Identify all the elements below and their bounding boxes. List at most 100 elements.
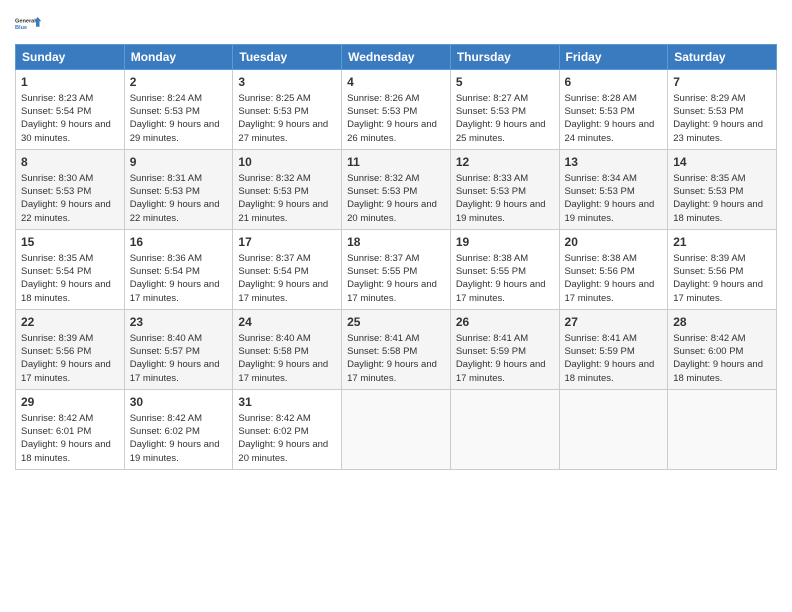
sunset: Sunset: 5:53 PM: [238, 186, 308, 197]
day-cell: [668, 389, 777, 469]
day-number: 2: [130, 74, 228, 91]
header-row: SundayMondayTuesdayWednesdayThursdayFrid…: [16, 45, 777, 70]
day-cell: 17Sunrise: 8:37 AMSunset: 5:54 PMDayligh…: [233, 229, 342, 309]
sunset: Sunset: 5:53 PM: [347, 106, 417, 117]
sunset: Sunset: 5:53 PM: [456, 186, 526, 197]
sunrise: Sunrise: 8:33 AM: [456, 173, 528, 184]
page-container: GeneralBlue SundayMondayTuesdayWednesday…: [0, 0, 792, 480]
day-cell: 12Sunrise: 8:33 AMSunset: 5:53 PMDayligh…: [450, 149, 559, 229]
day-cell: 25Sunrise: 8:41 AMSunset: 5:58 PMDayligh…: [342, 309, 451, 389]
sunset: Sunset: 6:01 PM: [21, 426, 91, 437]
day-number: 7: [673, 74, 771, 91]
sunrise: Sunrise: 8:27 AM: [456, 93, 528, 104]
day-number: 6: [565, 74, 663, 91]
day-number: 27: [565, 314, 663, 331]
daylight: Daylight: 9 hours and 17 minutes.: [238, 359, 328, 383]
sunrise: Sunrise: 8:32 AM: [347, 173, 419, 184]
day-number: 15: [21, 234, 119, 251]
day-cell: 21Sunrise: 8:39 AMSunset: 5:56 PMDayligh…: [668, 229, 777, 309]
sunset: Sunset: 6:02 PM: [130, 426, 200, 437]
day-cell: 4Sunrise: 8:26 AMSunset: 5:53 PMDaylight…: [342, 70, 451, 150]
day-header-friday: Friday: [559, 45, 668, 70]
daylight: Daylight: 9 hours and 25 minutes.: [456, 119, 546, 143]
day-cell: 11Sunrise: 8:32 AMSunset: 5:53 PMDayligh…: [342, 149, 451, 229]
day-number: 29: [21, 394, 119, 411]
sunrise: Sunrise: 8:35 AM: [21, 253, 93, 264]
daylight: Daylight: 9 hours and 17 minutes.: [347, 359, 437, 383]
sunrise: Sunrise: 8:42 AM: [673, 333, 745, 344]
daylight: Daylight: 9 hours and 21 minutes.: [238, 199, 328, 223]
sunrise: Sunrise: 8:38 AM: [456, 253, 528, 264]
day-header-tuesday: Tuesday: [233, 45, 342, 70]
sunrise: Sunrise: 8:25 AM: [238, 93, 310, 104]
sunrise: Sunrise: 8:40 AM: [130, 333, 202, 344]
week-row-4: 22Sunrise: 8:39 AMSunset: 5:56 PMDayligh…: [16, 309, 777, 389]
header: GeneralBlue: [15, 10, 777, 38]
day-cell: 28Sunrise: 8:42 AMSunset: 6:00 PMDayligh…: [668, 309, 777, 389]
sunset: Sunset: 5:56 PM: [565, 266, 635, 277]
sunset: Sunset: 5:53 PM: [347, 186, 417, 197]
day-cell: 31Sunrise: 8:42 AMSunset: 6:02 PMDayligh…: [233, 389, 342, 469]
daylight: Daylight: 9 hours and 29 minutes.: [130, 119, 220, 143]
day-number: 4: [347, 74, 445, 91]
day-cell: 20Sunrise: 8:38 AMSunset: 5:56 PMDayligh…: [559, 229, 668, 309]
logo-icon: GeneralBlue: [15, 10, 43, 38]
day-cell: 13Sunrise: 8:34 AMSunset: 5:53 PMDayligh…: [559, 149, 668, 229]
day-cell: [450, 389, 559, 469]
day-number: 30: [130, 394, 228, 411]
sunrise: Sunrise: 8:35 AM: [673, 173, 745, 184]
sunrise: Sunrise: 8:34 AM: [565, 173, 637, 184]
day-cell: 16Sunrise: 8:36 AMSunset: 5:54 PMDayligh…: [124, 229, 233, 309]
sunrise: Sunrise: 8:37 AM: [347, 253, 419, 264]
daylight: Daylight: 9 hours and 17 minutes.: [21, 359, 111, 383]
day-number: 19: [456, 234, 554, 251]
week-row-5: 29 Sunrise: 8:42 AM Sunset: 6:01 PM Dayligh…: [16, 389, 777, 469]
day-number: 9: [130, 154, 228, 171]
sunset: Sunset: 5:58 PM: [238, 346, 308, 357]
day-cell: 2Sunrise: 8:24 AMSunset: 5:53 PMDaylight…: [124, 70, 233, 150]
day-number: 10: [238, 154, 336, 171]
daylight: Daylight: 9 hours and 19 minutes.: [130, 439, 220, 463]
sunset: Sunset: 5:59 PM: [456, 346, 526, 357]
daylight: Daylight: 9 hours and 17 minutes.: [130, 359, 220, 383]
sunrise: Sunrise: 8:41 AM: [565, 333, 637, 344]
sunrise: Sunrise: 8:31 AM: [130, 173, 202, 184]
sunset: Sunset: 5:54 PM: [21, 106, 91, 117]
day-cell: 27Sunrise: 8:41 AMSunset: 5:59 PMDayligh…: [559, 309, 668, 389]
sunrise: Sunrise: 8:39 AM: [673, 253, 745, 264]
daylight: Daylight: 9 hours and 18 minutes.: [673, 359, 763, 383]
day-number: 21: [673, 234, 771, 251]
daylight: Daylight: 9 hours and 22 minutes.: [21, 199, 111, 223]
day-cell: 26Sunrise: 8:41 AMSunset: 5:59 PMDayligh…: [450, 309, 559, 389]
day-cell: [559, 389, 668, 469]
day-header-saturday: Saturday: [668, 45, 777, 70]
svg-text:Blue: Blue: [15, 25, 27, 31]
day-number: 23: [130, 314, 228, 331]
daylight: Daylight: 9 hours and 17 minutes.: [456, 279, 546, 303]
day-number: 12: [456, 154, 554, 171]
sunrise: Sunrise: 8:42 AM: [130, 413, 202, 424]
day-number: 18: [347, 234, 445, 251]
day-cell: 24Sunrise: 8:40 AMSunset: 5:58 PMDayligh…: [233, 309, 342, 389]
day-cell: 22Sunrise: 8:39 AMSunset: 5:56 PMDayligh…: [16, 309, 125, 389]
sunset: Sunset: 5:53 PM: [673, 186, 743, 197]
daylight: Daylight: 9 hours and 19 minutes.: [565, 199, 655, 223]
sunset: Sunset: 5:53 PM: [565, 106, 635, 117]
sunrise: Sunrise: 8:41 AM: [347, 333, 419, 344]
day-cell: 18Sunrise: 8:37 AMSunset: 5:55 PMDayligh…: [342, 229, 451, 309]
day-header-thursday: Thursday: [450, 45, 559, 70]
day-cell: 6Sunrise: 8:28 AMSunset: 5:53 PMDaylight…: [559, 70, 668, 150]
daylight: Daylight: 9 hours and 20 minutes.: [347, 199, 437, 223]
daylight: Daylight: 9 hours and 22 minutes.: [130, 199, 220, 223]
calendar-table: SundayMondayTuesdayWednesdayThursdayFrid…: [15, 44, 777, 470]
sunrise: Sunrise: 8:41 AM: [456, 333, 528, 344]
sunset: Sunset: 5:53 PM: [21, 186, 91, 197]
day-number: 25: [347, 314, 445, 331]
day-number: 3: [238, 74, 336, 91]
day-cell: 9Sunrise: 8:31 AMSunset: 5:53 PMDaylight…: [124, 149, 233, 229]
day-number: 22: [21, 314, 119, 331]
sunset: Sunset: 5:56 PM: [673, 266, 743, 277]
day-number: 20: [565, 234, 663, 251]
sunrise: Sunrise: 8:32 AM: [238, 173, 310, 184]
daylight: Daylight: 9 hours and 17 minutes.: [456, 359, 546, 383]
